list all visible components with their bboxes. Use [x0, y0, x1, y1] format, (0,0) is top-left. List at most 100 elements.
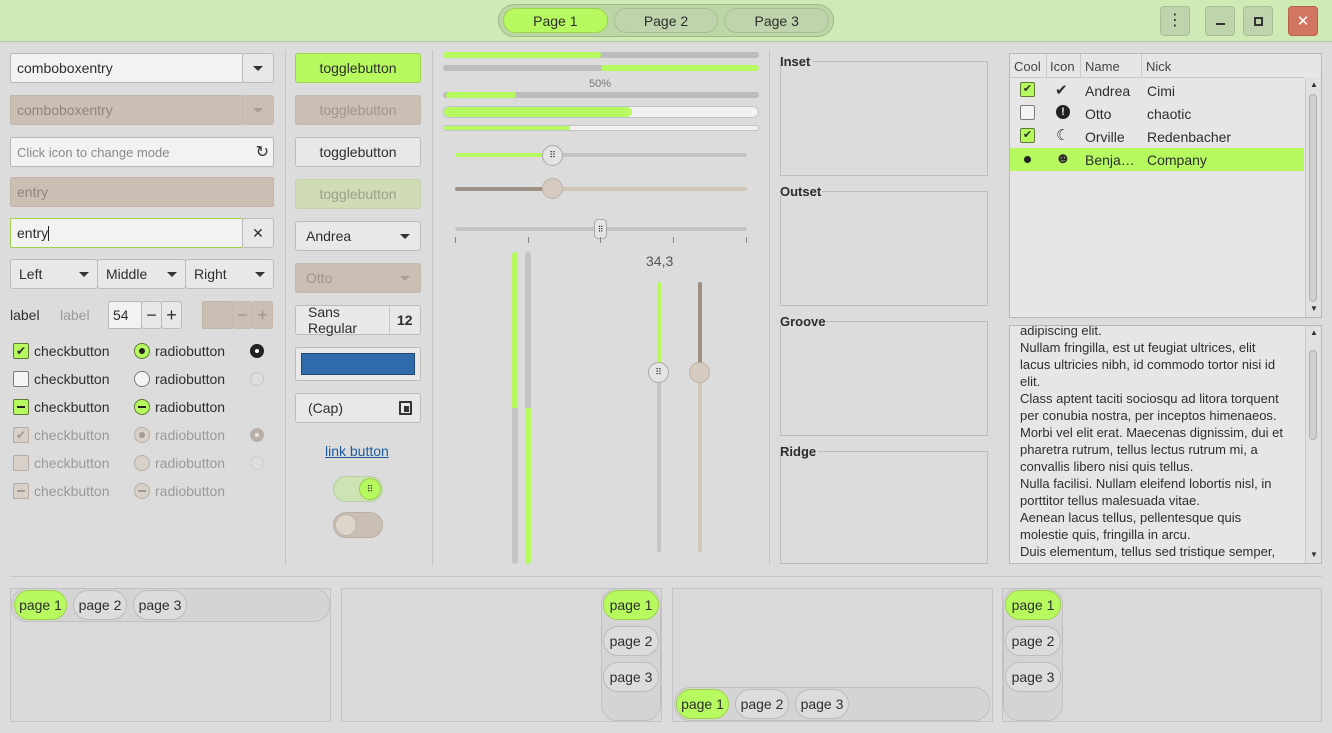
- table-row[interactable]: ✔ ✔ Andrea Cimi: [1010, 79, 1304, 102]
- plus-icon: +: [166, 304, 177, 325]
- notebook-top-tab-2[interactable]: page 2: [73, 590, 127, 620]
- spin-value-input[interactable]: 54: [108, 301, 142, 329]
- notebook-left-tab-1[interactable]: page 1: [1005, 590, 1061, 620]
- notebook-right-tab-3[interactable]: page 3: [603, 662, 659, 692]
- row-name: Benja…: [1085, 152, 1135, 168]
- radio-selected[interactable]: [134, 343, 150, 359]
- icon-mode-entry[interactable]: Click icon to change mode ↻: [10, 137, 274, 167]
- tab-page-3[interactable]: Page 3: [724, 8, 830, 33]
- checkbox-indeterminate-disabled: [13, 483, 29, 499]
- text-view-content[interactable]: adipiscing elit. Nullam fringilla, est u…: [1020, 326, 1305, 560]
- row-name: Andrea: [1085, 83, 1131, 99]
- tab-page-2[interactable]: Page 2: [613, 8, 719, 33]
- column-separator: [285, 50, 286, 565]
- notebook-right-tab-1[interactable]: page 1: [603, 590, 659, 620]
- notebook-right-tab-2[interactable]: page 2: [603, 626, 659, 656]
- color-button[interactable]: [295, 347, 421, 381]
- hslider-3-knob[interactable]: ⠿: [594, 219, 607, 239]
- header-bar: Page 1 Page 2 Page 3 ⋮ ✕: [0, 0, 1332, 42]
- refresh-icon[interactable]: ↻: [256, 142, 269, 162]
- cool-checkbox[interactable]: ✔: [1020, 82, 1035, 97]
- checkbox-label: checkbutton: [34, 371, 110, 387]
- spin-decrement-button[interactable]: −: [141, 301, 162, 329]
- font-size-label: 12: [389, 306, 420, 334]
- text-line: molestie quis, fringilla in arcu.: [1020, 527, 1191, 542]
- checkbox-label: checkbutton: [34, 427, 110, 443]
- switch-on[interactable]: ⠿: [333, 476, 383, 502]
- combo-middle[interactable]: Middle: [97, 259, 186, 289]
- comboboxentry-input[interactable]: comboboxentry: [10, 53, 243, 83]
- switch-knob: ⠿: [359, 478, 381, 500]
- radio-label: radiobutton: [155, 399, 226, 415]
- cool-checkbox[interactable]: [1020, 105, 1035, 120]
- scroll-down-icon[interactable]: ▼: [1310, 304, 1318, 313]
- entry-focused-text: entry: [17, 225, 49, 241]
- togglebutton-active[interactable]: togglebutton: [295, 53, 421, 83]
- column-header-nick[interactable]: Nick: [1146, 59, 1171, 74]
- robot-icon: ☻: [1055, 150, 1071, 167]
- combo-andrea[interactable]: Andrea: [295, 221, 421, 251]
- notebook-bottom-tab-1[interactable]: page 1: [676, 689, 729, 719]
- checkbox-unchecked-disabled: [13, 455, 29, 471]
- hslider-1-track[interactable]: [455, 153, 747, 157]
- menu-button[interactable]: ⋮: [1160, 6, 1190, 36]
- radio-unselected[interactable]: [134, 371, 150, 387]
- radio-indeterminate-disabled: [134, 483, 150, 499]
- checkbox-checked[interactable]: ✔: [13, 343, 29, 359]
- vslider-1-knob[interactable]: ⠿: [648, 362, 669, 383]
- table-row[interactable]: ! Otto chaotic: [1010, 102, 1304, 125]
- radio-small-on[interactable]: [250, 344, 264, 358]
- table-row-selected[interactable]: ☻ Benja… Company: [1010, 148, 1304, 171]
- tick-mark: [673, 237, 674, 243]
- maximize-button[interactable]: [1243, 6, 1273, 36]
- hslider-1-knob[interactable]: ⠿: [542, 145, 563, 166]
- notebook-left-tab-3[interactable]: page 3: [1005, 662, 1061, 692]
- checkbox-indeterminate[interactable]: [13, 399, 29, 415]
- tab-page-1[interactable]: Page 1: [503, 8, 608, 33]
- notebook-bottom-tab-2[interactable]: page 2: [735, 689, 789, 719]
- togglebutton-normal[interactable]: togglebutton: [295, 137, 421, 167]
- tree-view[interactable]: Cool Icon Name Nick ✔ ✔ Andrea Cimi ! Ot…: [1009, 53, 1322, 318]
- file-chooser-button[interactable]: (Cap): [295, 393, 421, 423]
- cool-radio-dot[interactable]: [1024, 156, 1031, 163]
- scroll-down-icon[interactable]: ▼: [1310, 550, 1318, 559]
- radio-small-off[interactable]: [250, 372, 264, 386]
- text-line: Duis elementum, tellus sed tristique sem…: [1020, 544, 1276, 559]
- column-header-name[interactable]: Name: [1085, 59, 1120, 74]
- notebook-left-tab-2[interactable]: page 2: [1005, 626, 1061, 656]
- scroll-up-icon[interactable]: ▲: [1310, 80, 1318, 89]
- radio-label: radiobutton: [155, 371, 226, 387]
- vslider-1-track[interactable]: [657, 282, 661, 552]
- text-view[interactable]: adipiscing elit. Nullam fringilla, est u…: [1009, 325, 1322, 564]
- notebook-bottom-tab-3[interactable]: page 3: [795, 689, 849, 719]
- entry-focused[interactable]: entry: [10, 218, 243, 248]
- checkbox-unchecked[interactable]: [13, 371, 29, 387]
- font-button[interactable]: Sans Regular 12: [295, 304, 421, 336]
- switch-off[interactable]: [333, 512, 383, 538]
- combo-otto-label: Otto: [306, 270, 333, 286]
- spin-increment-button[interactable]: +: [161, 301, 182, 329]
- check-icon: ✔: [1022, 83, 1033, 95]
- combo-middle-label: Middle: [106, 266, 148, 282]
- close-button[interactable]: ✕: [1288, 6, 1318, 36]
- text-scrollbar[interactable]: ▲ ▼: [1305, 326, 1321, 563]
- combobox-dropdown-button[interactable]: [242, 53, 274, 83]
- link-button[interactable]: link button: [325, 443, 389, 459]
- scrollbar-thumb[interactable]: [1309, 350, 1317, 440]
- tree-scrollbar[interactable]: ▲ ▼: [1305, 78, 1321, 317]
- scrollbar-thumb[interactable]: [1309, 94, 1317, 302]
- combo-right[interactable]: Right: [185, 259, 274, 289]
- clear-entry-button[interactable]: ✕: [242, 218, 274, 248]
- radio-label: radiobutton: [155, 343, 226, 359]
- column-header-cool[interactable]: Cool: [1014, 59, 1041, 74]
- combo-left[interactable]: Left: [10, 259, 98, 289]
- minimize-button[interactable]: [1205, 6, 1235, 36]
- scroll-up-icon[interactable]: ▲: [1310, 328, 1318, 337]
- table-row[interactable]: ✔ ☾ Orville Redenbacher: [1010, 125, 1304, 148]
- vprogress-2: [525, 252, 531, 564]
- notebook-top-tab-3[interactable]: page 3: [133, 590, 187, 620]
- cool-checkbox[interactable]: ✔: [1020, 128, 1035, 143]
- notebook-top-tab-1[interactable]: page 1: [14, 590, 67, 620]
- column-header-icon[interactable]: Icon: [1050, 59, 1075, 74]
- radio-indeterminate[interactable]: [134, 399, 150, 415]
